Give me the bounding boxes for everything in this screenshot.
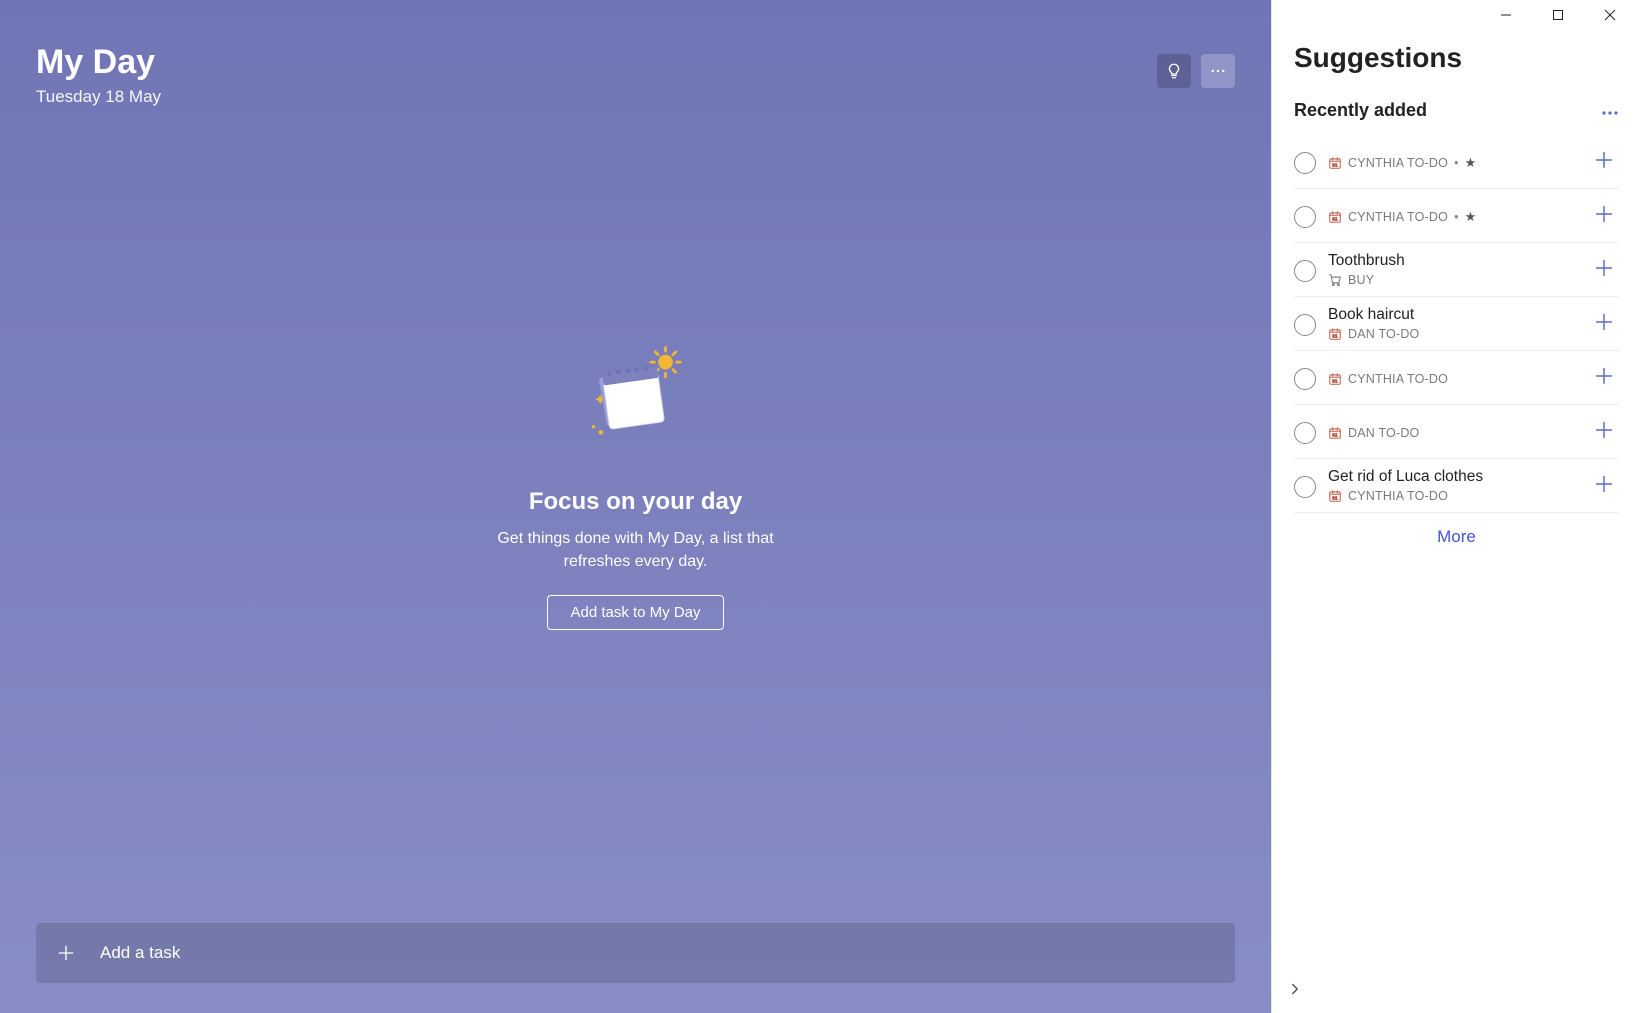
suggestion-list-name: CYNTHIA TO-DO xyxy=(1348,156,1448,170)
suggestion-meta: 31 CYNTHIA TO-DO • ★ xyxy=(1328,209,1577,225)
calendar-icon: 31 xyxy=(1328,489,1342,503)
add-to-my-day-button[interactable] xyxy=(1589,257,1619,283)
close-icon xyxy=(1604,9,1616,21)
suggestion-body: 31 CYNTHIA TO-DO • ★ xyxy=(1328,153,1577,171)
svg-text:31: 31 xyxy=(1332,432,1338,437)
window-maximize-button[interactable] xyxy=(1541,4,1575,26)
suggestion-meta: BUY xyxy=(1328,273,1577,287)
calendar-sun-illustration-icon xyxy=(561,340,711,460)
collapse-suggestions-button[interactable] xyxy=(1286,980,1304,1003)
complete-toggle[interactable] xyxy=(1294,260,1316,282)
add-to-my-day-button[interactable] xyxy=(1589,365,1619,391)
suggestion-item[interactable]: 31 CYNTHIA TO-DO • ★ xyxy=(1294,135,1619,189)
svg-text:31: 31 xyxy=(1332,162,1338,167)
suggestion-item[interactable]: 31 CYNTHIA TO-DO • ★ xyxy=(1294,189,1619,243)
suggestion-item[interactable]: 31 DAN TO-DO xyxy=(1294,405,1619,459)
chevron-right-icon xyxy=(1286,980,1304,998)
suggestion-item[interactable]: Toothbrush BUY xyxy=(1294,243,1619,297)
plus-icon xyxy=(1593,311,1615,333)
suggestion-list-name: DAN TO-DO xyxy=(1348,426,1419,440)
suggestions-title: Suggestions xyxy=(1294,42,1619,74)
complete-toggle[interactable] xyxy=(1294,368,1316,390)
suggestion-title: Book haircut xyxy=(1328,306,1577,325)
suggestion-body: 31 CYNTHIA TO-DO xyxy=(1328,370,1577,386)
suggestion-body: 31 CYNTHIA TO-DO • ★ xyxy=(1328,207,1577,225)
svg-text:31: 31 xyxy=(1332,495,1338,500)
suggestion-list-name: BUY xyxy=(1348,273,1374,287)
separator-dot-icon: • xyxy=(1454,156,1459,170)
ellipsis-icon xyxy=(1601,110,1619,116)
window-minimize-button[interactable] xyxy=(1489,4,1523,26)
svg-text:31: 31 xyxy=(1332,216,1338,221)
suggestions-pane: Suggestions Recently added 31 CYNTHIA TO-… xyxy=(1271,0,1641,1013)
empty-subtext: Get things done with My Day, a list that… xyxy=(476,528,796,573)
suggestion-item[interactable]: Book haircut 31 DAN TO-DO xyxy=(1294,297,1619,351)
calendar-icon: 31 xyxy=(1328,156,1342,170)
suggestion-item[interactable]: 31 CYNTHIA TO-DO xyxy=(1294,351,1619,405)
add-to-my-day-button[interactable] xyxy=(1589,203,1619,229)
star-icon: ★ xyxy=(1465,209,1477,225)
plus-icon xyxy=(56,943,76,963)
plus-icon xyxy=(1593,203,1615,225)
suggestion-list-name: CYNTHIA TO-DO xyxy=(1348,372,1448,386)
calendar-icon: 31 xyxy=(1328,426,1342,440)
star-icon: ★ xyxy=(1465,155,1477,171)
suggestion-title: Get rid of Luca clothes xyxy=(1328,468,1577,487)
page-title: My Day xyxy=(36,44,1157,81)
more-suggestions-button[interactable]: More xyxy=(1294,513,1619,555)
my-day-pane: My Day Tuesday 18 May xyxy=(0,0,1271,1013)
complete-toggle[interactable] xyxy=(1294,314,1316,336)
add-to-my-day-button[interactable] xyxy=(1589,311,1619,337)
add-task-input[interactable]: Add a task xyxy=(36,923,1235,983)
section-title: Recently added xyxy=(1294,100,1601,121)
plus-icon xyxy=(1593,257,1615,279)
plus-icon xyxy=(1593,473,1615,495)
empty-heading: Focus on your day xyxy=(529,488,742,516)
cart-icon xyxy=(1328,273,1342,287)
suggestion-list-name: CYNTHIA TO-DO xyxy=(1348,210,1448,224)
add-task-to-my-day-button[interactable]: Add task to My Day xyxy=(547,595,723,630)
section-more-button[interactable] xyxy=(1601,100,1619,121)
suggestion-body: Toothbrush BUY xyxy=(1328,252,1577,287)
calendar-icon: 31 xyxy=(1328,327,1342,341)
plus-icon xyxy=(1593,419,1615,441)
suggestion-list-name: DAN TO-DO xyxy=(1348,327,1419,341)
complete-toggle[interactable] xyxy=(1294,152,1316,174)
maximize-icon xyxy=(1552,9,1564,21)
suggestion-meta: 31 CYNTHIA TO-DO xyxy=(1328,372,1577,386)
suggestion-body: 31 DAN TO-DO xyxy=(1328,424,1577,440)
suggestion-meta: 31 DAN TO-DO xyxy=(1328,327,1577,341)
calendar-icon: 31 xyxy=(1328,372,1342,386)
window-close-button[interactable] xyxy=(1593,4,1627,26)
suggestion-list-name: CYNTHIA TO-DO xyxy=(1348,489,1448,503)
complete-toggle[interactable] xyxy=(1294,476,1316,498)
plus-icon xyxy=(1593,365,1615,387)
complete-toggle[interactable] xyxy=(1294,206,1316,228)
add-to-my-day-button[interactable] xyxy=(1589,473,1619,499)
add-to-my-day-button[interactable] xyxy=(1589,149,1619,175)
add-to-my-day-button[interactable] xyxy=(1589,419,1619,445)
minimize-icon xyxy=(1500,9,1512,21)
calendar-icon: 31 xyxy=(1328,210,1342,224)
empty-state: Focus on your day Get things done with M… xyxy=(36,77,1235,893)
plus-icon xyxy=(1593,149,1615,171)
suggestion-meta: 31 CYNTHIA TO-DO • ★ xyxy=(1328,155,1577,171)
svg-text:31: 31 xyxy=(1332,378,1338,383)
section-header: Recently added xyxy=(1294,100,1619,121)
separator-dot-icon: • xyxy=(1454,210,1459,224)
suggestion-body: Get rid of Luca clothes 31 CYNTHIA TO-DO xyxy=(1328,468,1577,503)
complete-toggle[interactable] xyxy=(1294,422,1316,444)
suggestion-body: Book haircut 31 DAN TO-DO xyxy=(1328,306,1577,341)
suggestion-meta: 31 DAN TO-DO xyxy=(1328,426,1577,440)
suggestion-meta: 31 CYNTHIA TO-DO xyxy=(1328,489,1577,503)
svg-text:31: 31 xyxy=(1332,333,1338,338)
add-task-placeholder: Add a task xyxy=(100,943,180,963)
suggestions-list: 31 CYNTHIA TO-DO • ★ 31 CYNTHIA TO-DO • ★ Toothb… xyxy=(1294,135,1619,513)
suggestion-title: Toothbrush xyxy=(1328,252,1577,271)
suggestion-item[interactable]: Get rid of Luca clothes 31 CYNTHIA TO-DO xyxy=(1294,459,1619,513)
window-controls xyxy=(1272,0,1641,30)
